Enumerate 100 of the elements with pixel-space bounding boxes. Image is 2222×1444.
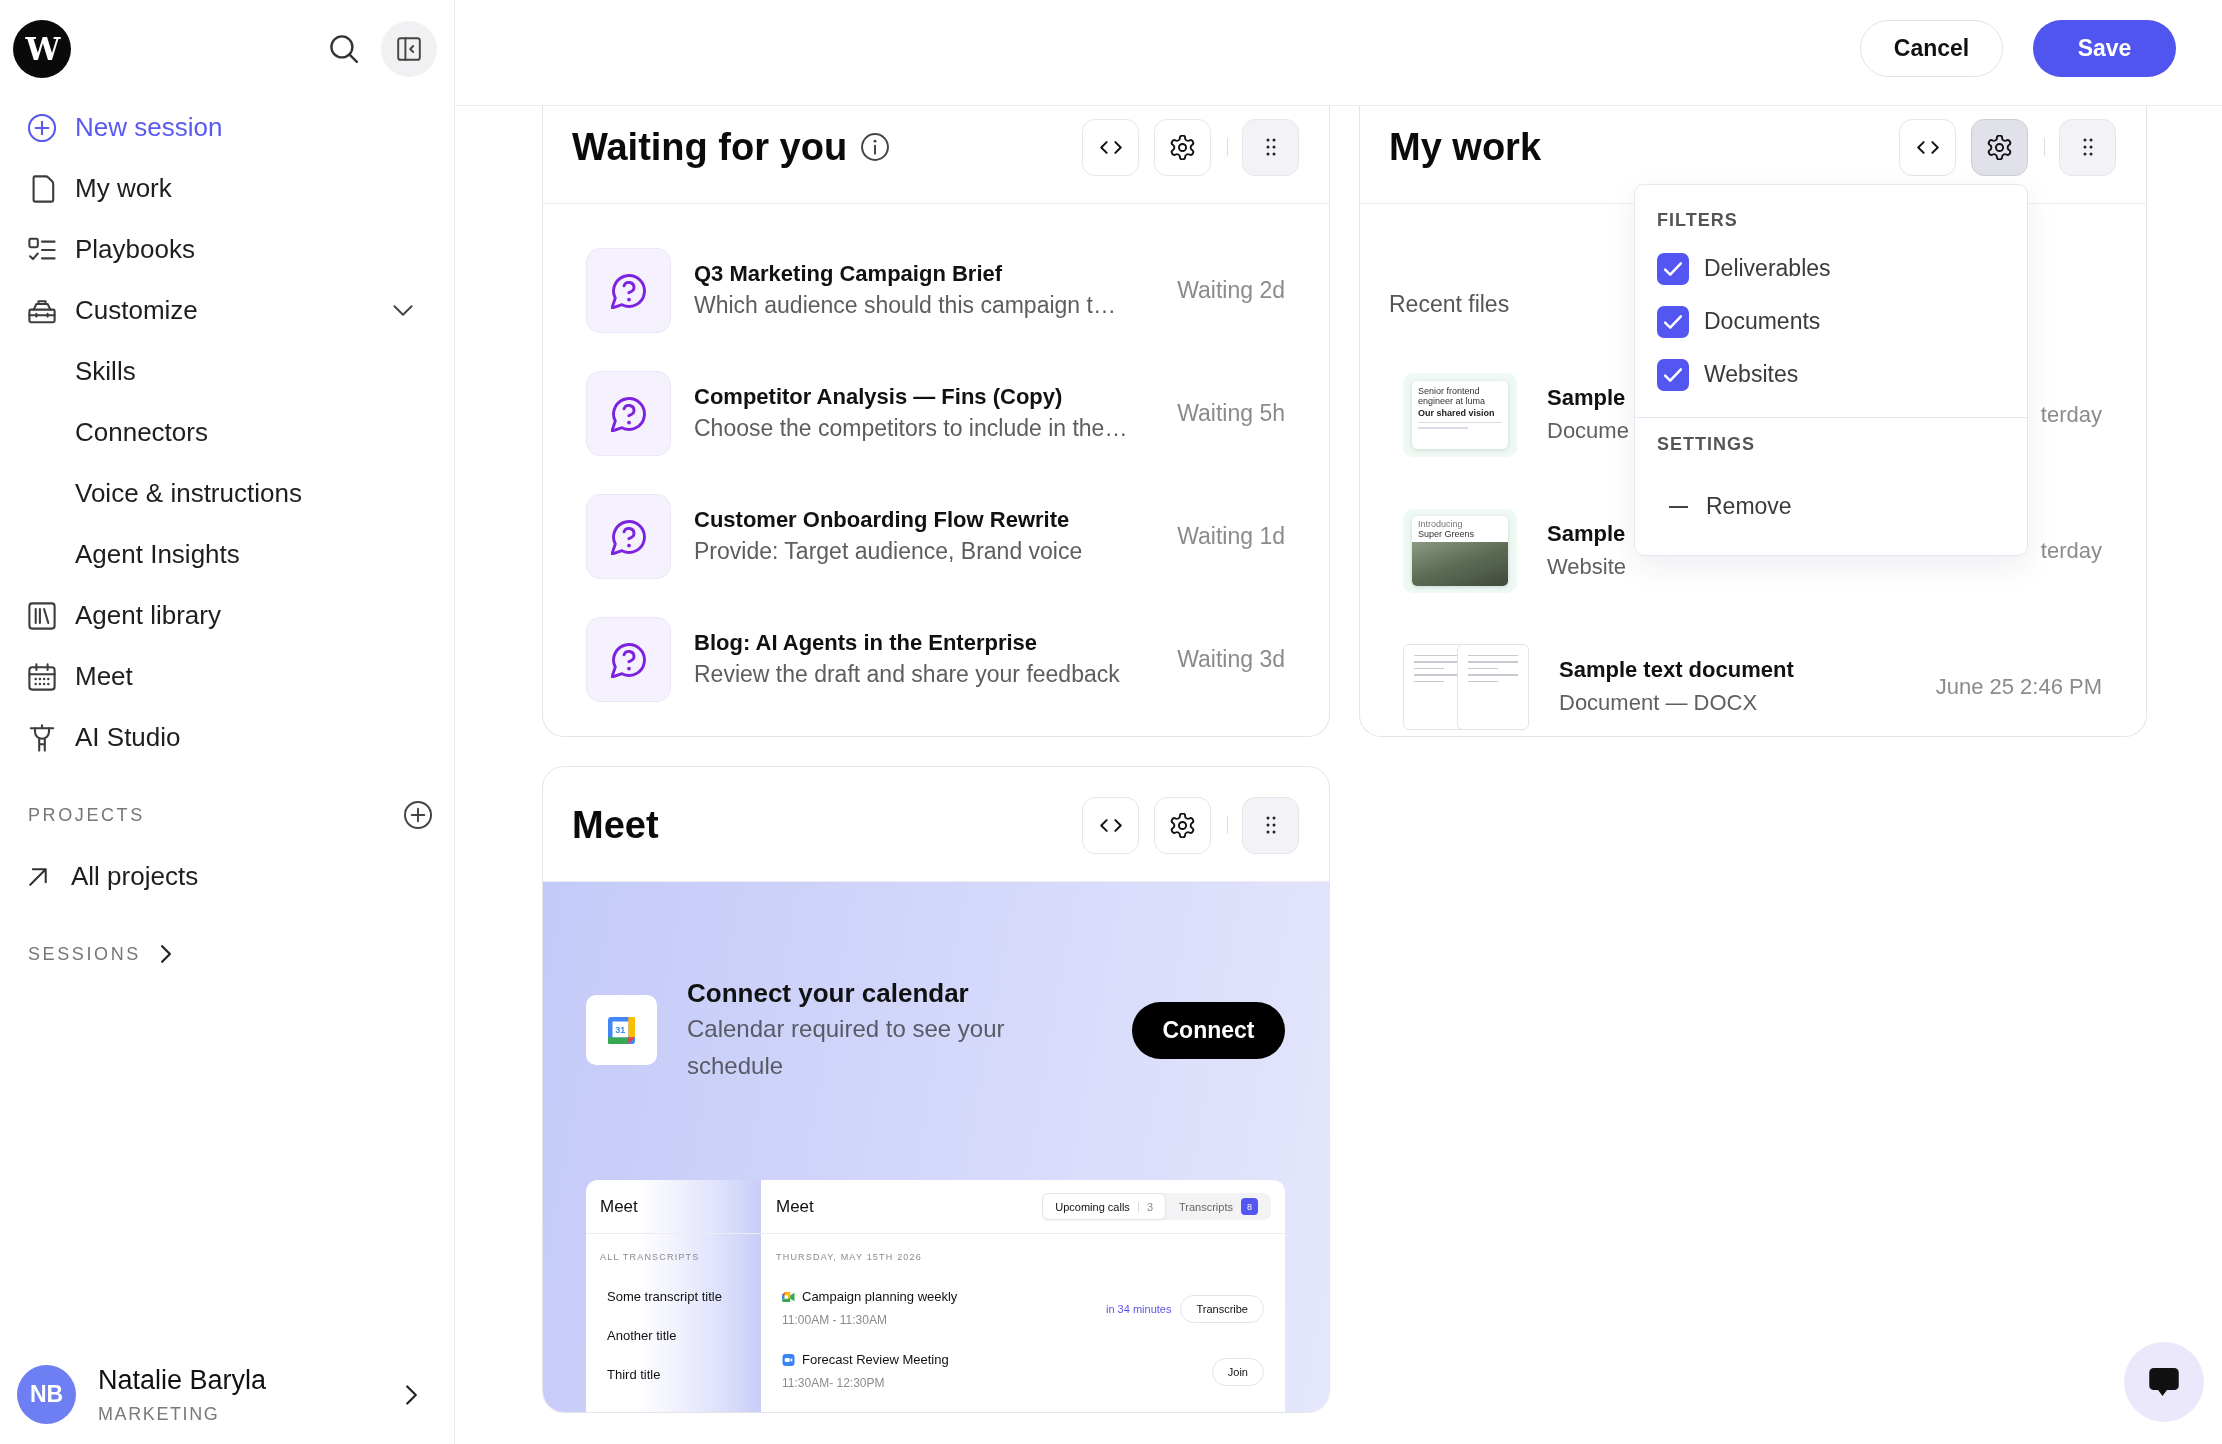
settings-button[interactable] — [1154, 796, 1211, 854]
nav-item[interactable]: Voice & instructions — [10, 463, 444, 524]
calendar-icon: 31 — [586, 995, 657, 1065]
file-name[interactable]: Sample — [1547, 517, 1626, 550]
widget-title: Waiting for you — [572, 125, 848, 170]
avatar: NB — [17, 1365, 76, 1424]
check-icon — [1664, 367, 1682, 382]
file-name[interactable]: Sample text document — [1559, 653, 1794, 686]
section-heading: SESSIONS — [28, 943, 141, 965]
user-name: Natalie Baryla — [98, 1364, 267, 1397]
user-team: MARKETING — [98, 1403, 220, 1426]
thumbnail-text: Introducing — [1417, 518, 1463, 529]
code-view-button[interactable] — [1899, 118, 1956, 176]
nav-item[interactable]: Playbooks — [10, 219, 444, 280]
widget-title: Meet — [572, 803, 659, 848]
item-title[interactable]: Blog: AI Agents in the Enterprise — [694, 628, 1038, 658]
tab[interactable]: Transcripts 8 — [1166, 1193, 1271, 1220]
file-date: terday — [2040, 537, 2102, 564]
waiting-status: Waiting 5h — [1177, 400, 1285, 427]
item-subtitle: Choose the competitors to include in the… — [694, 414, 1128, 443]
file-name[interactable]: Sample — [1547, 381, 1626, 414]
thumbnail-text: Senior frontend engineer at luma — [1418, 385, 1487, 406]
nav-item[interactable]: Agent Insights — [10, 524, 444, 585]
waiting-status: Waiting 2d — [1177, 277, 1285, 304]
drag-handle[interactable] — [1242, 796, 1299, 854]
section-heading: ALL TRANSCRIPTS — [600, 1251, 700, 1264]
checkbox[interactable] — [1657, 252, 1689, 285]
chevron-right-icon[interactable] — [160, 945, 171, 963]
date-heading: THURSDAY, MAY 15TH 2026 — [776, 1251, 922, 1264]
question-bubble-icon — [586, 248, 671, 333]
sidebar-panel-icon — [397, 37, 421, 61]
video-camera-icon — [782, 1291, 795, 1303]
grip-icon — [2082, 138, 2093, 156]
nav-item[interactable]: Meet — [10, 646, 444, 707]
search-icon[interactable] — [330, 35, 358, 63]
nav-item[interactable]: Skills — [10, 341, 444, 402]
add-icon[interactable] — [404, 801, 432, 829]
file-type: Docume — [1547, 416, 1629, 445]
thumbnail-heading: Our shared vision — [1418, 407, 1495, 418]
event-action-button[interactable]: Transcribe — [1180, 1294, 1264, 1323]
transcript-item[interactable]: Some transcript title — [607, 1277, 722, 1316]
transcript-item[interactable]: Another title — [607, 1316, 677, 1355]
remove-button[interactable]: Remove — [1657, 480, 1792, 533]
item-title[interactable]: Q3 Marketing Campaign Brief — [694, 259, 1003, 289]
chevron-right-icon[interactable] — [406, 1384, 417, 1405]
chevron-down-icon[interactable] — [393, 305, 413, 316]
check-icon — [1664, 261, 1682, 276]
item-subtitle: Provide: Target audience, Brand voice — [694, 537, 1083, 566]
settings-icon — [1987, 134, 2012, 160]
calendar-icon — [28, 662, 56, 691]
file-date: June 25 2:46 PM — [1935, 673, 2102, 700]
code-icon — [1099, 818, 1122, 832]
file-date: terday — [2040, 401, 2102, 428]
collapse-sidebar-button[interactable] — [381, 21, 437, 77]
settings-button[interactable] — [1154, 118, 1211, 176]
nav-item[interactable]: New session — [10, 97, 444, 158]
section-heading: PROJECTS — [28, 804, 145, 826]
connect-button[interactable]: Connect — [1132, 1001, 1285, 1059]
nav-item[interactable]: AI Studio — [10, 707, 444, 768]
save-button[interactable]: Save — [2033, 20, 2176, 77]
nav-item[interactable]: Customize — [10, 280, 444, 341]
event-title: Campaign planning weekly — [802, 1288, 958, 1306]
video-icon — [782, 1354, 795, 1366]
event-action-button[interactable]: Join — [1211, 1357, 1264, 1386]
option-label: Websites — [1704, 361, 1799, 388]
menu-heading: SETTINGS — [1657, 433, 1755, 456]
transcript-item[interactable]: Third title — [607, 1355, 661, 1394]
drag-handle[interactable] — [2059, 118, 2116, 176]
check-icon — [1664, 314, 1682, 329]
checkbox[interactable] — [1657, 358, 1689, 391]
section-label: Recent files — [1389, 290, 1510, 319]
code-icon — [1099, 140, 1122, 154]
waiting-status: Waiting 1d — [1177, 523, 1285, 550]
checkbox[interactable] — [1657, 305, 1689, 338]
settings-icon — [1170, 134, 1195, 160]
option-label: Documents — [1704, 308, 1821, 335]
settings-button[interactable] — [1971, 118, 2028, 176]
file-type: Website — [1547, 552, 1627, 581]
logo: W — [13, 20, 71, 78]
library-icon — [28, 601, 56, 630]
nav-item[interactable]: Agent library — [10, 585, 444, 646]
code-view-button[interactable] — [1082, 118, 1139, 176]
nav-item[interactable]: Connectors — [10, 402, 444, 463]
nav-item[interactable]: All projects — [10, 846, 444, 907]
cancel-button[interactable]: Cancel — [1860, 20, 2003, 77]
nav-item[interactable]: My work — [10, 158, 444, 219]
event-countdown: in 34 minutes — [1106, 1302, 1172, 1315]
info-icon[interactable] — [861, 133, 890, 161]
code-view-button[interactable] — [1082, 796, 1139, 854]
drag-handle[interactable] — [1242, 118, 1299, 176]
grip-icon — [1265, 138, 1276, 156]
waiting-status: Waiting 3d — [1177, 646, 1285, 673]
item-title[interactable]: Customer Onboarding Flow Rewrite — [694, 505, 1070, 535]
thumbnail-heading: Super Greens — [1417, 528, 1475, 539]
banner-title: Connect your calendar — [687, 977, 969, 1010]
option-label: Deliverables — [1704, 255, 1831, 282]
item-subtitle: Review the draft and share your feedback — [694, 660, 1120, 689]
tab[interactable]: Upcoming calls 3 — [1042, 1193, 1166, 1220]
preview-title: Meet — [776, 1196, 814, 1217]
item-title[interactable]: Competitor Analysis — Fins (Copy) — [694, 382, 1063, 412]
